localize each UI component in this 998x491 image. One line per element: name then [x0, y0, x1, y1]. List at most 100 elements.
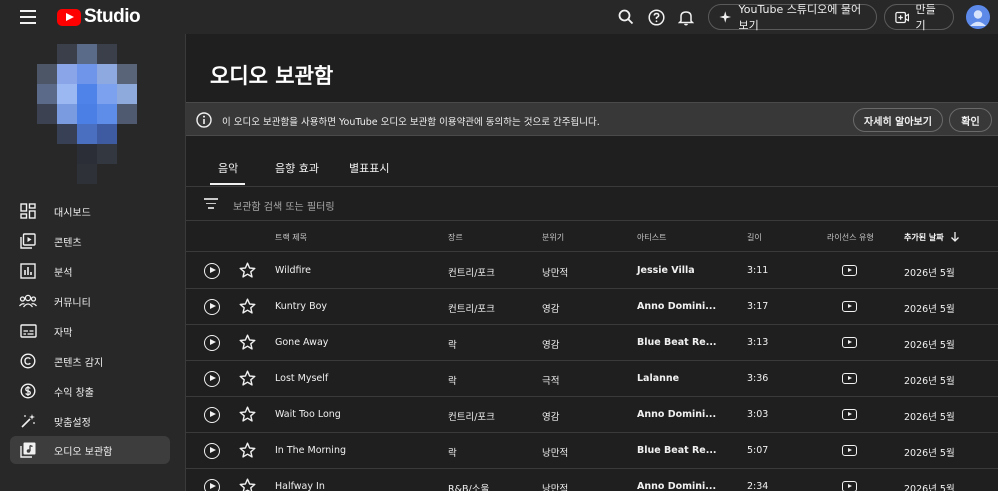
filter-bar[interactable]: 보관함 검색 또는 필터링 — [186, 187, 998, 221]
sort-arrow-down-icon[interactable] — [950, 231, 960, 242]
track-duration: 3:11 — [747, 265, 769, 276]
monetization-icon — [19, 382, 37, 400]
track-artist[interactable]: Blue Beat Re... — [637, 445, 717, 456]
track-mood: 낭만적 — [542, 484, 569, 491]
track-artist[interactable]: Jessie Villa — [637, 265, 695, 276]
track-genre: 락 — [448, 376, 457, 387]
sidebar-item-dashboard[interactable]: 대시보드 — [10, 197, 170, 225]
banner-text: 이 오디오 보관함을 사용하면 YouTube 오디오 보관함 이용약관에 동의… — [222, 117, 600, 128]
sidebar-item-subtitles[interactable]: 자막 — [10, 317, 170, 345]
sidebar-item-content[interactable]: 콘텐츠 — [10, 227, 170, 255]
star-icon[interactable] — [239, 370, 256, 387]
sidebar-item-community[interactable]: 커뮤니티 — [10, 287, 170, 315]
learn-more-button[interactable]: 자세히 알아보기 — [853, 108, 943, 132]
track-genre: R&B/소울 — [448, 484, 490, 491]
play-icon[interactable] — [204, 443, 220, 459]
table-header: 트랙 제목 장르 분위기 아티스트 길이 라이선스 유형 추가된 날짜 — [186, 222, 998, 252]
filter-icon[interactable] — [204, 198, 218, 210]
youtube-license-icon — [842, 445, 857, 456]
track-genre: 락 — [448, 340, 457, 351]
column-artist[interactable]: 아티스트 — [637, 232, 666, 243]
play-icon[interactable] — [204, 371, 220, 387]
tab-starred[interactable]: 별표표시 — [349, 160, 389, 176]
content-icon — [19, 232, 37, 250]
track-artist[interactable]: Anno Domini... — [637, 301, 716, 312]
play-icon[interactable] — [204, 479, 220, 491]
sidebar-item-label: 대시보드 — [54, 207, 91, 219]
main-content: 오디오 보관함 이 오디오 보관함을 사용하면 YouTube 오디오 보관함 … — [186, 34, 998, 491]
track-date-added: 2026년 5월 — [904, 484, 955, 491]
youtube-license-icon — [842, 265, 857, 276]
studio-logo[interactable]: Studio — [57, 6, 141, 28]
youtube-license-icon — [842, 301, 857, 312]
table-row[interactable]: Kuntry Boy 컨트리/포크 영감 Anno Domini... 3:17 2026… — [186, 289, 998, 325]
sidebar-item-customization[interactable]: 맞춤설정 — [10, 407, 170, 435]
track-date-added: 2026년 5월 — [904, 448, 955, 459]
star-icon[interactable] — [239, 298, 256, 315]
ask-studio-button[interactable]: YouTube 스튜디오에 물어보기 — [708, 3, 877, 32]
table-row[interactable]: Wildfire 컨트리/포크 낭만적 Jessie Villa 3:11 2026년 5… — [186, 253, 998, 289]
tab-sound-effects[interactable]: 음향 효과 — [275, 160, 319, 176]
create-video-icon — [895, 11, 910, 23]
tab-music[interactable]: 음악 — [218, 160, 238, 176]
table-row[interactable]: Wait Too Long 컨트리/포크 영감 Anno Domini... 3:03 2… — [186, 397, 998, 433]
tabs: 음악 음향 효과 별표표시 — [186, 152, 998, 186]
track-genre: 락 — [448, 448, 457, 459]
track-artist[interactable]: Blue Beat Re... — [637, 337, 717, 348]
track-artist[interactable]: Anno Domini... — [637, 481, 716, 491]
play-icon[interactable] — [204, 299, 220, 315]
track-duration: 3:36 — [747, 373, 769, 384]
track-mood: 영감 — [542, 412, 560, 423]
channel-avatar[interactable] — [37, 44, 137, 184]
account-avatar[interactable] — [966, 5, 990, 29]
track-date-added: 2026년 5월 — [904, 412, 955, 423]
sidebar-item-copyright[interactable]: 콘텐츠 감지 — [10, 347, 170, 375]
track-duration: 2:34 — [747, 481, 769, 491]
sidebar-item-label: 수익 창출 — [54, 387, 94, 399]
track-title: Halfway In — [275, 481, 325, 491]
menu-icon[interactable] — [20, 10, 36, 24]
track-duration: 3:13 — [747, 337, 769, 348]
column-genre[interactable]: 장르 — [448, 232, 463, 243]
search-icon[interactable] — [616, 7, 636, 27]
sidebar-item-audio-library[interactable]: 오디오 보관함 — [10, 436, 170, 464]
column-license-type[interactable]: 라이선스 유형 — [827, 232, 874, 243]
dashboard-icon — [19, 202, 37, 220]
column-duration[interactable]: 길이 — [747, 232, 762, 243]
track-date-added: 2026년 5월 — [904, 268, 955, 279]
active-tab-indicator — [210, 183, 245, 185]
star-icon[interactable] — [239, 406, 256, 423]
table-row[interactable]: Halfway In R&B/소울 낭만적 Anno Domini... 2:34 202… — [186, 469, 998, 491]
page-title: 오디오 보관함 — [210, 64, 334, 88]
track-mood: 극적 — [542, 376, 560, 387]
filter-input[interactable]: 보관함 검색 또는 필터링 — [233, 198, 335, 213]
table-row[interactable]: Lost Myself 락 극적 Lalanne 3:36 2026년 5월 — [186, 361, 998, 397]
notifications-icon[interactable] — [676, 7, 696, 27]
subtitles-icon — [19, 322, 37, 340]
confirm-button[interactable]: 확인 — [949, 108, 992, 132]
star-icon[interactable] — [239, 442, 256, 459]
column-track-title[interactable]: 트랙 제목 — [275, 232, 307, 243]
column-mood[interactable]: 분위기 — [542, 232, 564, 243]
track-artist[interactable]: Lalanne — [637, 373, 679, 384]
star-icon[interactable] — [239, 334, 256, 351]
star-icon[interactable] — [239, 262, 256, 279]
star-icon[interactable] — [239, 478, 256, 491]
top-bar: Studio YouTube 스튜디오에 물어보기 만들기 — [0, 0, 998, 34]
play-icon[interactable] — [204, 407, 220, 423]
track-genre: 컨트리/포크 — [448, 268, 495, 279]
track-title: Gone Away — [275, 337, 329, 348]
create-button[interactable]: 만들기 — [884, 3, 954, 32]
table-row[interactable]: In The Morning 락 낭만적 Blue Beat Re... 5:07 202… — [186, 433, 998, 469]
help-icon[interactable] — [646, 7, 666, 27]
track-mood: 낭만적 — [542, 268, 569, 279]
play-icon[interactable] — [204, 335, 220, 351]
table-row[interactable]: Gone Away 락 영감 Blue Beat Re... 3:13 2026년 5월 — [186, 325, 998, 361]
track-duration: 3:03 — [747, 409, 769, 420]
track-duration: 3:17 — [747, 301, 769, 312]
sidebar-item-analytics[interactable]: 분석 — [10, 257, 170, 285]
track-artist[interactable]: Anno Domini... — [637, 409, 716, 420]
play-icon[interactable] — [204, 263, 220, 279]
column-date-added[interactable]: 추가된 날짜 — [904, 232, 944, 243]
sidebar-item-monetization[interactable]: 수익 창출 — [10, 377, 170, 405]
